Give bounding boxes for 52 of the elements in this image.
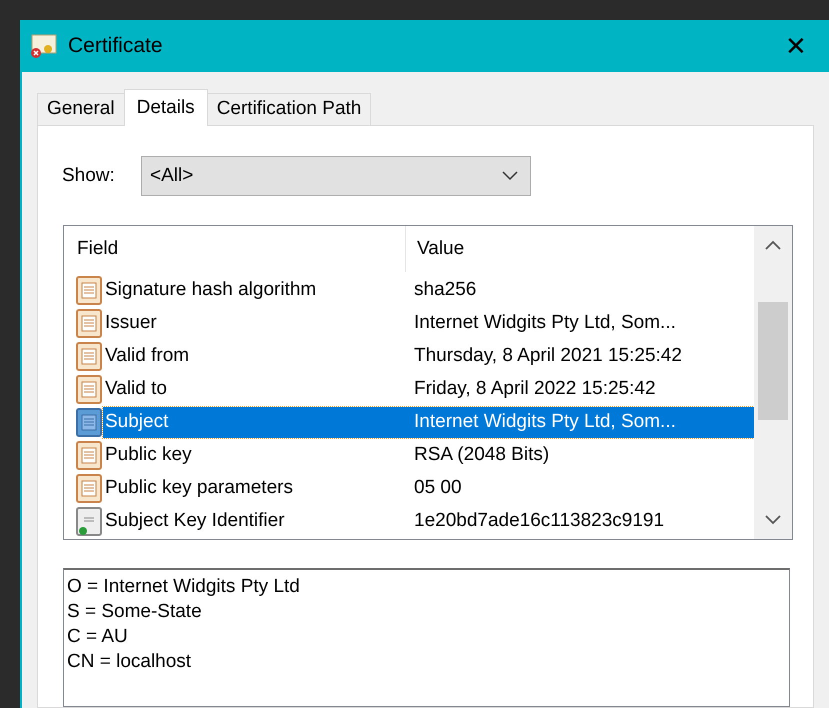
list-row[interactable]: Issuer Internet Widgits Pty Ltd, Som... bbox=[103, 308, 754, 339]
list-row[interactable]: Valid to Friday, 8 April 2022 15:25:42 bbox=[103, 374, 754, 405]
tab[interactable]: General bbox=[37, 93, 125, 125]
field-name: Signature hash algorithm bbox=[104, 278, 318, 302]
list-row[interactable]: Public key RSA (2048 Bits) bbox=[103, 440, 754, 471]
column-header[interactable]: Field bbox=[64, 226, 406, 272]
scrollbar[interactable] bbox=[754, 226, 792, 539]
column-header[interactable]: Value bbox=[406, 226, 754, 272]
field-icon bbox=[75, 408, 103, 438]
list-row[interactable]: Valid from Thursday, 8 April 2021 15:25:42 bbox=[103, 341, 754, 372]
scroll-down-icon[interactable] bbox=[765, 515, 781, 525]
field-icon bbox=[75, 342, 103, 372]
certificate-icon bbox=[28, 32, 58, 60]
field-name: Valid to bbox=[104, 377, 168, 402]
field-icon bbox=[75, 506, 103, 536]
detail-line: O = Internet Widgits Pty Ltd bbox=[67, 575, 301, 599]
scroll-up-icon[interactable] bbox=[765, 240, 781, 250]
tab[interactable]: Certification Path bbox=[206, 93, 372, 125]
field-value: Internet Widgits Pty Ltd, Som... bbox=[413, 311, 676, 336]
field-value: RSA (2048 Bits) bbox=[413, 443, 550, 468]
window-title: Certificate bbox=[68, 33, 163, 60]
field-value: sha256 bbox=[413, 278, 476, 302]
field-name: Subject Key Identifier bbox=[104, 509, 286, 534]
tab[interactable]: Details bbox=[124, 89, 208, 126]
field-icon bbox=[75, 276, 103, 306]
field-name: Issuer bbox=[104, 311, 158, 336]
list-row[interactable]: Subject Key Identifier 1e20bd7ade16c113823c9191 bbox=[103, 506, 754, 537]
detail-text-area[interactable]: O = Internet Widgits Pty Ltd S = Some-State C = AU CN = localhost bbox=[63, 568, 790, 707]
field-value: 1e20bd7ade16c113823c9191 bbox=[413, 509, 664, 534]
field-value: Thursday, 8 April 2021 15:25:42 bbox=[413, 344, 682, 368]
list-row[interactable]: Subject Internet Widgits Pty Ltd, Som... bbox=[103, 407, 754, 438]
detail-line: CN = localhost bbox=[67, 650, 192, 674]
chevron-down-icon bbox=[502, 171, 518, 181]
list-row[interactable]: Public key parameters 05 00 bbox=[103, 473, 754, 504]
field-name: Public key bbox=[104, 443, 193, 468]
field-name: Valid from bbox=[104, 344, 190, 368]
field-icon bbox=[75, 374, 103, 404]
detail-line: C = AU bbox=[67, 625, 129, 649]
field-name: Public key parameters bbox=[104, 476, 294, 500]
field-icon bbox=[75, 474, 103, 504]
field-value: Internet Widgits Pty Ltd, Som... bbox=[413, 410, 676, 434]
list-row[interactable]: Signature hash algorithm sha256 bbox=[103, 275, 754, 306]
show-label: Show: bbox=[62, 164, 116, 188]
field-value: 05 00 bbox=[413, 476, 462, 500]
scrollbar-thumb[interactable] bbox=[758, 302, 788, 420]
field-value: Friday, 8 April 2022 15:25:42 bbox=[413, 377, 656, 402]
field-icon bbox=[75, 308, 103, 338]
field-icon bbox=[75, 440, 103, 470]
field-name: Subject bbox=[104, 410, 170, 434]
show-dropdown[interactable]: <All> bbox=[141, 156, 531, 196]
close-button[interactable]: ✕ bbox=[777, 33, 815, 59]
detail-line: S = Some-State bbox=[67, 600, 203, 624]
